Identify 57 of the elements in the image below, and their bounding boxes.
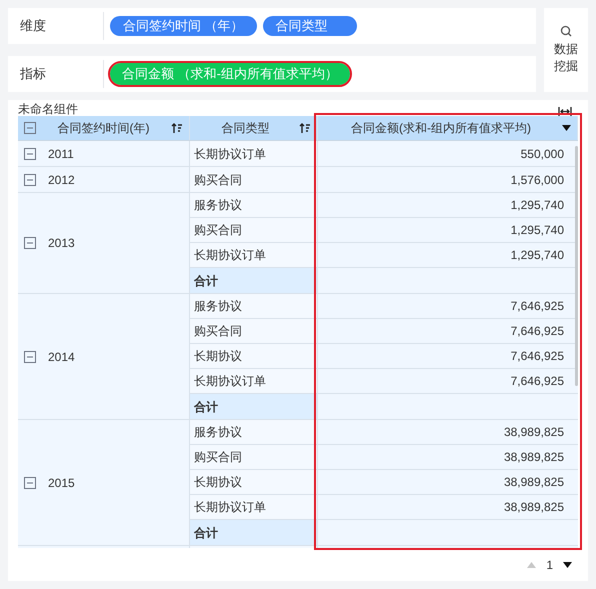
table-cell: 7,646,925 [318,369,578,393]
column-header[interactable]: 合同签约时间(年) [40,119,167,137]
table-cell: 购买合同 [190,319,318,343]
magnifier-icon [560,25,572,37]
year-text: 2011 [48,146,74,162]
table-cell: 7,646,925 [318,319,578,343]
table-cell: 长期协议 [190,344,318,368]
table-cell: 1,295,740 [318,193,578,217]
collapse-icon[interactable] [24,476,36,488]
scrollbar[interactable] [575,146,578,386]
table-cell: 长期协议订单 [190,495,318,519]
table-cell: 1,576,000 [318,167,578,192]
component-title: 未命名组件 [18,102,78,116]
table-cell: 购买合同 [190,445,318,469]
data-mining-button[interactable]: 数据挖掘 [544,8,588,92]
table-cell: 1,295,740 [318,218,578,242]
sort-icon[interactable] [299,122,311,134]
dimension-chip[interactable]: 合同签约时间 （年） [110,16,257,36]
page-number: 1 [546,556,553,574]
next-page-icon[interactable] [563,562,572,568]
collapse-icon[interactable] [24,122,36,134]
table-cell: 550,000 [318,141,578,166]
table-cell: 7,646,925 [318,294,578,318]
collapse-icon[interactable] [24,237,36,249]
year-text: 2014 [48,348,75,366]
metric-label: 指标 [8,60,104,88]
sort-icon[interactable] [171,122,183,134]
table-cell: 38,989,825 [318,420,578,444]
dimension-label: 维度 [8,12,104,40]
table-cell: 服务协议 [190,420,318,444]
total-cell: 合计 [190,268,318,293]
table-cell: 1,295,740 [318,243,578,267]
table-cell: 购买合同 [190,218,318,242]
collapse-icon[interactable] [24,148,36,160]
table-cell: 38,989,825 [318,445,578,469]
table-cell: 购买合同 [190,167,318,192]
collapse-icon[interactable] [24,350,36,362]
year-text: 2015 [48,474,75,492]
year-text: 2012 [48,172,75,188]
column-header[interactable]: 合同类型 [196,119,295,137]
table-cell: 38,989,825 [318,495,578,519]
table-cell: 38,989,825 [318,470,578,494]
table-cell: 长期协议订单 [190,243,318,267]
dropdown-icon[interactable] [562,125,571,131]
total-cell: 合计 [190,520,318,545]
table-cell: 长期协议 [190,470,318,494]
dimension-chip[interactable]: 合同类型 [262,16,357,36]
column-width-icon[interactable] [558,107,572,116]
collapse-icon[interactable] [24,174,36,186]
table-cell: 7,646,925 [318,344,578,368]
table-cell: 服务协议 [190,193,318,217]
column-header[interactable]: 合同金额(求和-组内所有值求平均) [324,119,558,137]
year-text: 2013 [48,235,75,252]
total-cell: 合计 [190,394,318,419]
table-cell: 长期协议订单 [190,369,318,393]
table-cell: 长期协议订单 [190,141,318,166]
table-cell: 服务协议 [190,294,318,318]
